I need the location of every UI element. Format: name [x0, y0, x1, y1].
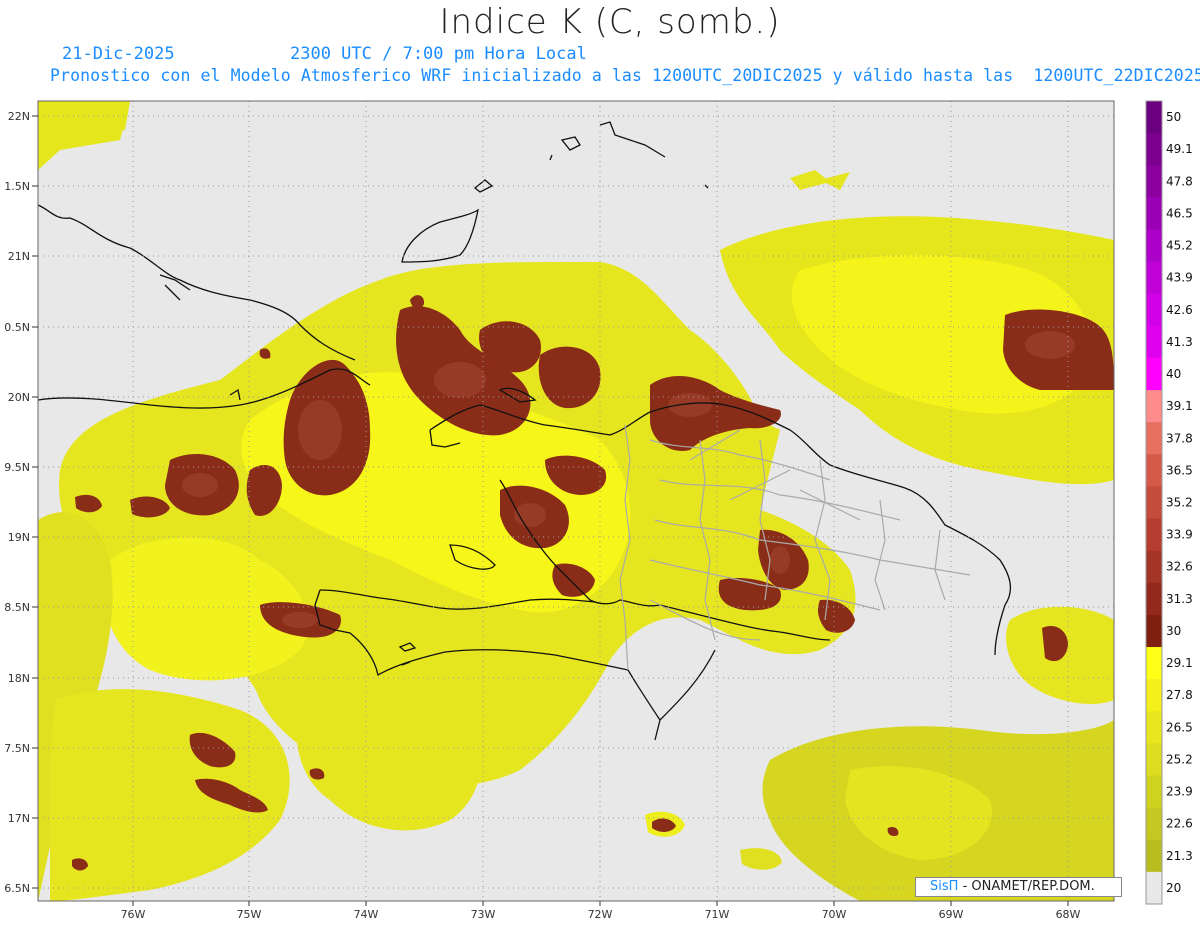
colorbar-swatch: [1146, 518, 1162, 552]
colorbar-swatch: [1146, 390, 1162, 423]
lat-label: 8.5N: [4, 601, 30, 614]
lon-label: 70W: [822, 908, 847, 921]
colorbar-label: 22.6: [1166, 817, 1193, 831]
colorbar-swatch: [1146, 614, 1162, 648]
colorbar-swatch: [1146, 133, 1162, 166]
colorbar-swatch: [1146, 422, 1162, 455]
colorbar-swatch: [1146, 197, 1162, 230]
colorbar-swatch: [1146, 679, 1162, 712]
colorbar-label: 41.3: [1166, 335, 1193, 349]
colorbar-label: 32.6: [1166, 560, 1193, 574]
colorbar-swatch: [1146, 582, 1162, 616]
lat-label: 17N: [8, 812, 30, 825]
colorbar-label: 20: [1166, 881, 1181, 895]
colorbar-swatch: [1146, 871, 1162, 905]
colorbar-swatch: [1146, 647, 1162, 680]
credit-box: SisΠ - ONAMET/REP.DOM.: [915, 877, 1122, 897]
colorbar-label: 50: [1166, 110, 1181, 124]
lat-label: 0.5N: [4, 321, 30, 334]
colorbar-label: 43.9: [1166, 271, 1193, 285]
colorbar-label: 42.6: [1166, 303, 1193, 317]
lon-label: 76W: [121, 908, 146, 921]
lat-label: 19N: [8, 531, 30, 544]
colorbar-label: 26.5: [1166, 720, 1193, 734]
map-canvas: 22N 1.5N 21N 0.5N 20N 9.5N 19N 8.5N 18N …: [4, 100, 1193, 921]
colorbar-swatch: [1146, 261, 1162, 295]
colorbar-swatch: [1146, 711, 1162, 744]
colorbar-swatch: [1146, 550, 1162, 584]
credit-text: - ONAMET/REP.DOM.: [962, 879, 1095, 894]
lat-label: 6.5N: [4, 882, 30, 895]
lon-label: 69W: [939, 908, 964, 921]
colorbar-label: 49.1: [1166, 142, 1193, 156]
colorbar-swatch: [1146, 325, 1162, 359]
lat-label: 9.5N: [4, 461, 30, 474]
colorbar-swatch: [1146, 229, 1162, 263]
colorbar-label: 31.3: [1166, 592, 1193, 606]
colorbar-swatch: [1146, 486, 1162, 520]
lon-label: 74W: [354, 908, 379, 921]
colorbar-label: 37.8: [1166, 431, 1193, 445]
colorbar-label: 23.9: [1166, 785, 1193, 799]
colorbar-label: 33.9: [1166, 528, 1193, 542]
colorbar-label: 39.1: [1166, 399, 1193, 413]
lon-label: 75W: [237, 908, 262, 921]
colorbar-swatch: [1146, 839, 1162, 873]
colorbar-label: 29.1: [1166, 656, 1193, 670]
colorbar-swatch: [1146, 743, 1162, 777]
colorbar-label: 45.2: [1166, 239, 1193, 253]
colorbar: 50 49.1 47.8 46.5 45.2 43.9 42.6 41.3 40 39.1 37.8…: [1145, 100, 1193, 905]
lat-label: 18N: [8, 672, 30, 685]
colorbar-label: 27.8: [1166, 688, 1193, 702]
colorbar-label: 30: [1166, 624, 1181, 638]
lon-label: 71W: [705, 908, 730, 921]
lon-label: 68W: [1056, 908, 1081, 921]
colorbar-label: 25.2: [1166, 752, 1193, 766]
colorbar-swatch: [1146, 101, 1162, 134]
lat-label: 21N: [8, 250, 30, 263]
colorbar-label: 35.2: [1166, 496, 1193, 510]
colorbar-swatch: [1146, 165, 1162, 198]
lat-label: 22N: [8, 110, 30, 123]
colorbar-swatch: [1146, 293, 1162, 327]
colorbar-swatch: [1146, 357, 1162, 391]
colorbar-swatch: [1146, 775, 1162, 809]
lat-label: 7.5N: [4, 742, 30, 755]
colorbar-label: 46.5: [1166, 206, 1193, 220]
lat-label: 20N: [8, 391, 30, 404]
lat-label: 1.5N: [4, 180, 30, 193]
colorbar-label: 40: [1166, 367, 1181, 381]
lon-label: 72W: [588, 908, 613, 921]
sispi-logo: SisΠ: [930, 879, 959, 894]
colorbar-label: 21.3: [1166, 849, 1193, 863]
colorbar-label: 47.8: [1166, 174, 1193, 188]
lon-label: 73W: [471, 908, 496, 921]
colorbar-label: 36.5: [1166, 463, 1193, 477]
colorbar-swatch: [1146, 807, 1162, 841]
colorbar-swatch: [1146, 454, 1162, 487]
